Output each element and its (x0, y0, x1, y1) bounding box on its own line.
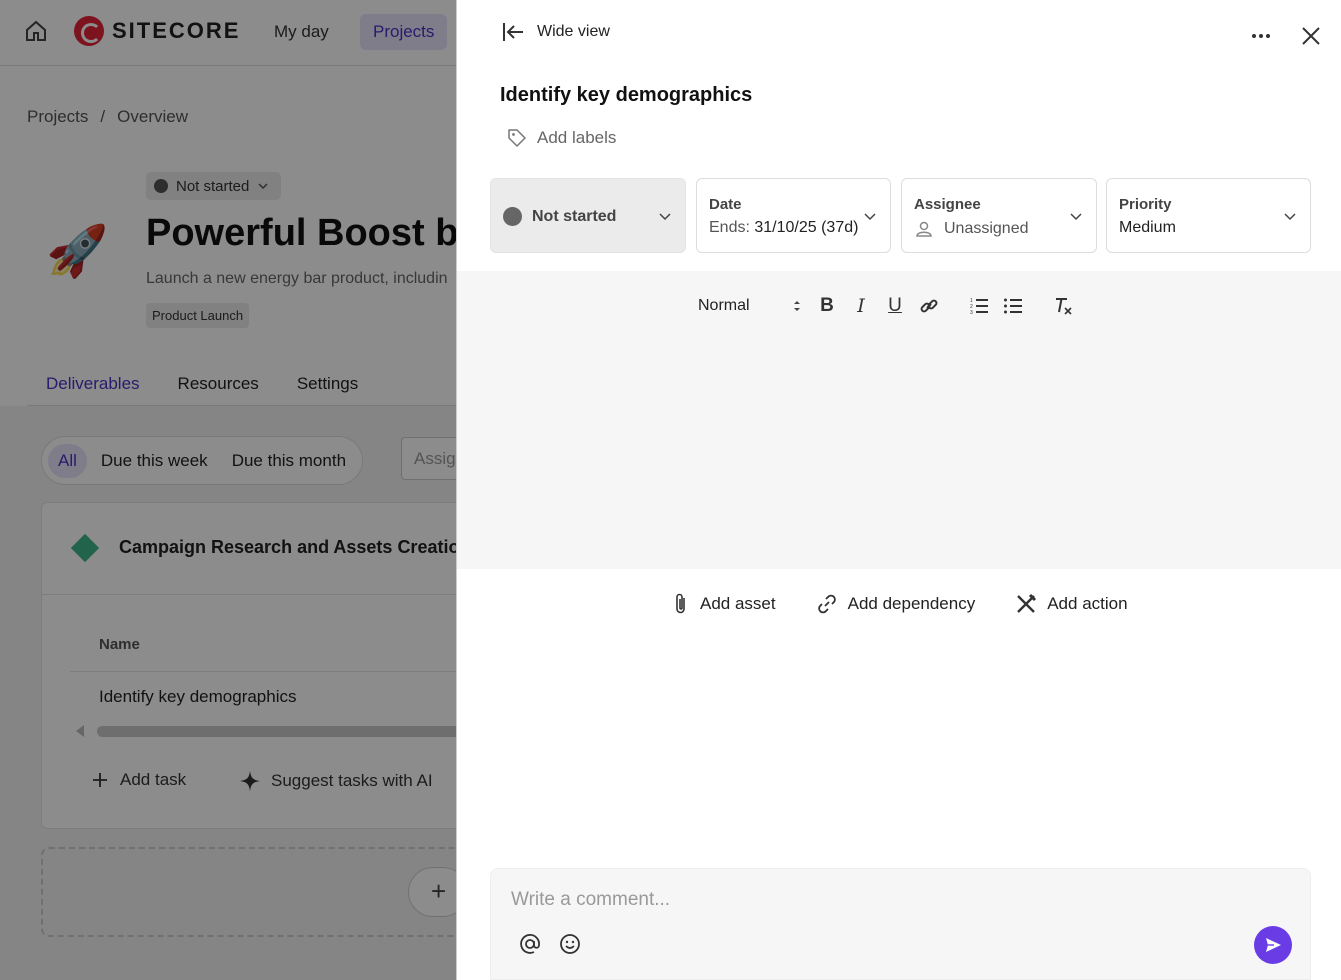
date-end-value: 31/10/25 (37d) (754, 219, 859, 236)
add-dependency-label: Add dependency (847, 594, 976, 613)
wide-view-button[interactable]: Wide view (501, 20, 610, 44)
chevron-down-icon (864, 213, 876, 221)
date-prefix: Ends: (709, 219, 750, 236)
tools-icon (1017, 593, 1037, 613)
date-value: Ends: 31/10/25 (37d) (709, 219, 858, 237)
add-asset-label: Add asset (700, 594, 776, 613)
task-title[interactable]: Identify key demographics (500, 84, 752, 107)
underline-icon[interactable]: U (878, 292, 912, 320)
mention-icon[interactable] (519, 933, 541, 955)
date-dropdown[interactable]: Date Ends: 31/10/25 (37d) (696, 178, 891, 253)
emoji-icon[interactable] (559, 933, 581, 955)
bullet-list-icon[interactable] (996, 292, 1030, 320)
expand-left-icon (503, 23, 523, 41)
description-editor[interactable]: Normal B I U 123 (457, 271, 1341, 569)
editor-toolbar: Normal B I U 123 (698, 291, 1080, 321)
ordered-list-icon[interactable]: 123 (962, 292, 996, 320)
chevron-down-icon (1284, 213, 1296, 221)
add-labels-button[interactable]: Add labels (507, 128, 616, 148)
clear-format-icon[interactable] (1046, 292, 1080, 320)
italic-icon[interactable]: I (844, 292, 878, 320)
chevron-down-icon (1070, 213, 1082, 221)
assignee-value: Unassigned (914, 219, 1029, 239)
priority-dropdown[interactable]: Priority Medium (1106, 178, 1311, 253)
add-labels-label: Add labels (537, 128, 617, 147)
task-actions: Add asset Add dependency Add action (672, 592, 1128, 616)
more-options-icon[interactable] (1249, 22, 1273, 46)
task-status-dropdown[interactable]: Not started (490, 178, 686, 253)
text-format-select[interactable]: Normal (698, 297, 810, 315)
sort-arrows-icon (794, 301, 800, 311)
bold-icon[interactable]: B (810, 292, 844, 320)
date-label: Date (709, 196, 742, 213)
link-icon[interactable] (912, 292, 946, 320)
modal-backdrop[interactable] (0, 0, 456, 980)
paperclip-icon (676, 593, 685, 614)
add-action-button[interactable]: Add action (1015, 592, 1128, 616)
priority-label: Priority (1119, 196, 1172, 213)
assignee-dropdown[interactable]: Assignee Unassigned (901, 178, 1097, 253)
send-icon (1266, 938, 1281, 952)
wide-view-label: Wide view (537, 23, 610, 40)
comment-tools (519, 933, 581, 955)
user-icon (916, 221, 932, 237)
task-detail-panel: Wide view Identify key demographics Add … (456, 0, 1341, 980)
send-comment-button[interactable] (1254, 926, 1292, 964)
comment-input[interactable]: Write a comment... (511, 889, 670, 911)
tag-icon (508, 129, 526, 147)
close-icon[interactable] (1299, 24, 1323, 48)
add-asset-button[interactable]: Add asset (672, 592, 776, 616)
link-icon (817, 594, 836, 614)
assignee-label: Assignee (914, 196, 981, 213)
add-action-label: Add action (1047, 594, 1128, 613)
add-dependency-button[interactable]: Add dependency (816, 592, 976, 616)
text-format-value: Normal (698, 297, 750, 314)
comment-box: Write a comment... (490, 868, 1311, 980)
chevron-down-icon (659, 213, 671, 221)
svg-text:3: 3 (970, 310, 973, 316)
priority-value: Medium (1119, 219, 1176, 236)
status-dot-icon (503, 207, 522, 226)
assignee-name: Unassigned (944, 220, 1029, 237)
task-status-label: Not started (532, 208, 617, 225)
